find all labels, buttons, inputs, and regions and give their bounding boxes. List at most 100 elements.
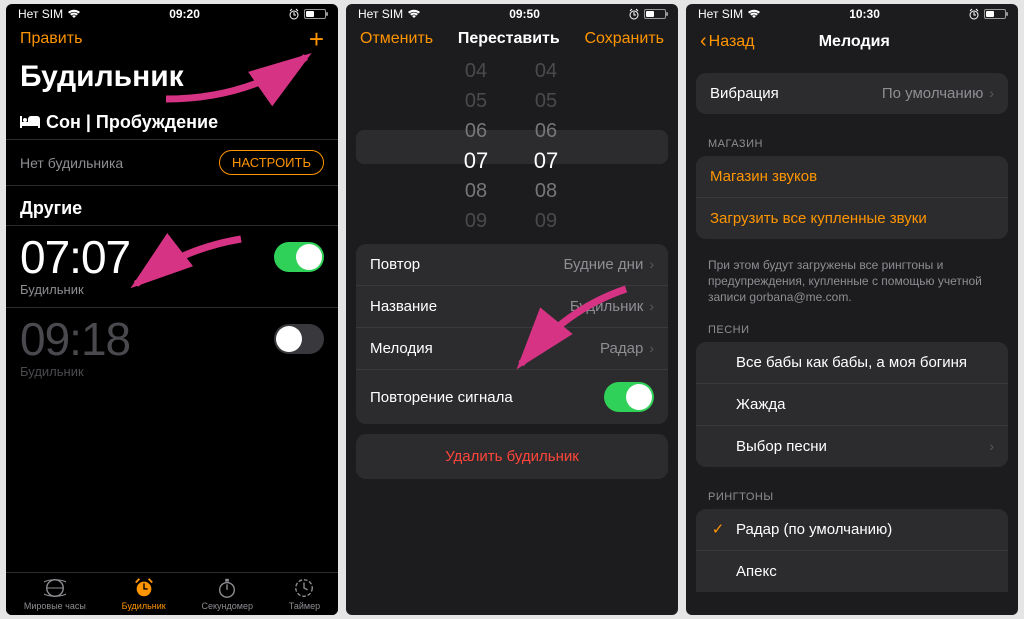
status-time: 09:50	[509, 7, 540, 21]
chevron-right-icon: ›	[989, 85, 994, 101]
no-alarm-label: Нет будильника	[20, 155, 123, 171]
checkmark-icon: ✓	[708, 520, 728, 538]
tab-world-clock[interactable]: Мировые часы	[24, 577, 86, 611]
row-label: Название	[370, 298, 437, 315]
chevron-right-icon: ›	[649, 340, 654, 356]
repeat-row[interactable]: Повтор Будние дни ›	[356, 244, 668, 285]
carrier-label: Нет SIM	[358, 7, 403, 21]
tab-timer[interactable]: Таймер	[289, 577, 320, 611]
store-card: Магазин звуков Загрузить все купленные з…	[696, 156, 1008, 239]
time-picker[interactable]: 04 05 06 07 08 09 10 04 05 06 07 08 09 1…	[346, 56, 678, 234]
save-button[interactable]: Сохранить	[584, 30, 664, 48]
wifi-icon	[407, 9, 421, 19]
tab-label: Мировые часы	[24, 601, 86, 611]
alarm-toggle[interactable]	[274, 324, 324, 354]
row-label: Мелодия	[370, 340, 433, 357]
row-label: Выбор песни	[736, 438, 827, 455]
ringtones-header: РИНГТОНЫ	[686, 477, 1018, 509]
chevron-right-icon: ›	[649, 298, 654, 314]
screen-alarm-list: Нет SIM 09:20 Править + Будильник Сон | …	[6, 4, 338, 615]
page-title: Переставить	[458, 30, 560, 48]
row-label: Вибрация	[710, 85, 779, 102]
page-title: Мелодия	[819, 33, 890, 51]
minute-wheel[interactable]: 04 05 06 07 08 09 10	[516, 56, 576, 234]
sleep-section-header: Сон | Пробуждение	[6, 100, 338, 139]
wifi-icon	[67, 9, 81, 19]
delete-card: Удалить будильник	[356, 434, 668, 479]
vibration-row[interactable]: Вибрация По умолчанию ›	[696, 73, 1008, 114]
status-bar: Нет SIM 09:20	[6, 4, 338, 22]
hour-wheel[interactable]: 04 05 06 07 08 09 10	[446, 56, 506, 234]
tab-alarm[interactable]: Будильник	[122, 577, 166, 611]
row-label: Магазин звуков	[710, 168, 817, 185]
status-bar: Нет SIM 09:50	[346, 4, 678, 22]
song-label: Жажда	[736, 396, 786, 413]
ringtone-label: Апекс	[736, 563, 777, 580]
row-label: Загрузить все купленные звуки	[710, 210, 927, 227]
other-section-header: Другие	[6, 185, 338, 225]
battery-icon	[644, 9, 666, 19]
row-value: Будильник	[570, 298, 643, 315]
alarm-status-icon	[628, 8, 640, 20]
songs-header: ПЕСНИ	[686, 310, 1018, 342]
snooze-row: Повторение сигнала	[356, 369, 668, 424]
nav-bar: Отменить Переставить Сохранить	[346, 22, 678, 56]
delete-alarm-button[interactable]: Удалить будильник	[356, 434, 668, 479]
store-header: МАГАЗИН	[686, 124, 1018, 156]
ringtone-label: Радар (по умолчанию)	[736, 521, 892, 538]
setup-button[interactable]: НАСТРОИТЬ	[219, 150, 324, 175]
alarm-label: Будильник	[6, 364, 338, 389]
page-title: Будильник	[6, 56, 338, 100]
add-alarm-button[interactable]: +	[309, 30, 324, 48]
alarm-time: 09:18	[20, 316, 130, 362]
settings-card: Повтор Будние дни › Название Будильник › М…	[356, 244, 668, 424]
pick-song-row[interactable]: Выбор песни ›	[696, 425, 1008, 467]
battery-icon	[304, 9, 326, 19]
carrier-label: Нет SIM	[698, 7, 743, 21]
alarm-row-1[interactable]: 07:07	[6, 225, 338, 282]
alarm-toggle[interactable]	[274, 242, 324, 272]
ringtones-card: ✓ Радар (по умолчанию) Апекс	[696, 509, 1008, 592]
row-value: Радар	[600, 340, 643, 357]
no-alarm-row: Нет будильника НАСТРОИТЬ	[6, 139, 338, 185]
tab-bar: Мировые часы Будильник Секундомер Таймер	[6, 572, 338, 615]
status-time: 09:20	[169, 7, 200, 21]
screen-sound-picker: Нет SIM 10:30 ‹Назад Мелодия Вибрация По…	[686, 4, 1018, 615]
row-value: По умолчанию	[882, 85, 983, 102]
back-button[interactable]: ‹Назад	[700, 30, 755, 53]
nav-bar: Править +	[6, 22, 338, 56]
tab-label: Таймер	[289, 601, 320, 611]
cancel-button[interactable]: Отменить	[360, 30, 433, 48]
chevron-right-icon: ›	[649, 256, 654, 272]
name-row[interactable]: Название Будильник ›	[356, 285, 668, 327]
nav-bar: ‹Назад Мелодия	[686, 22, 1018, 61]
carrier-label: Нет SIM	[18, 7, 63, 21]
song-row[interactable]: Жажда	[696, 383, 1008, 425]
row-label: Повтор	[370, 256, 420, 273]
status-bar: Нет SIM 10:30	[686, 4, 1018, 22]
vibration-card: Вибрация По умолчанию ›	[696, 73, 1008, 114]
store-sounds-row[interactable]: Магазин звуков	[696, 156, 1008, 197]
sleep-section-label: Сон | Пробуждение	[46, 112, 218, 133]
edit-button[interactable]: Править	[20, 30, 82, 48]
sound-row[interactable]: Мелодия Радар ›	[356, 327, 668, 369]
row-label: Повторение сигнала	[370, 389, 513, 406]
bed-icon	[20, 112, 40, 133]
alarm-row-2[interactable]: 09:18	[6, 307, 338, 364]
ringtone-row[interactable]: ✓ Радар (по умолчанию)	[696, 509, 1008, 550]
alarm-label: Будильник	[6, 282, 338, 307]
snooze-toggle[interactable]	[604, 382, 654, 412]
songs-card: Все бабы как бабы, а моя богиня Жажда Вы…	[696, 342, 1008, 467]
download-all-row[interactable]: Загрузить все купленные звуки	[696, 197, 1008, 239]
chevron-left-icon: ‹	[700, 30, 707, 53]
tab-stopwatch[interactable]: Секундомер	[202, 577, 253, 611]
status-time: 10:30	[849, 7, 880, 21]
ringtone-row[interactable]: Апекс	[696, 550, 1008, 592]
alarm-status-icon	[968, 8, 980, 20]
chevron-right-icon: ›	[989, 438, 994, 454]
song-row[interactable]: Все бабы как бабы, а моя богиня	[696, 342, 1008, 383]
screen-edit-alarm: Нет SIM 09:50 Отменить Переставить Сохра…	[346, 4, 678, 615]
song-label: Все бабы как бабы, а моя богиня	[736, 354, 967, 371]
battery-icon	[984, 9, 1006, 19]
row-value: Будние дни	[563, 256, 643, 273]
